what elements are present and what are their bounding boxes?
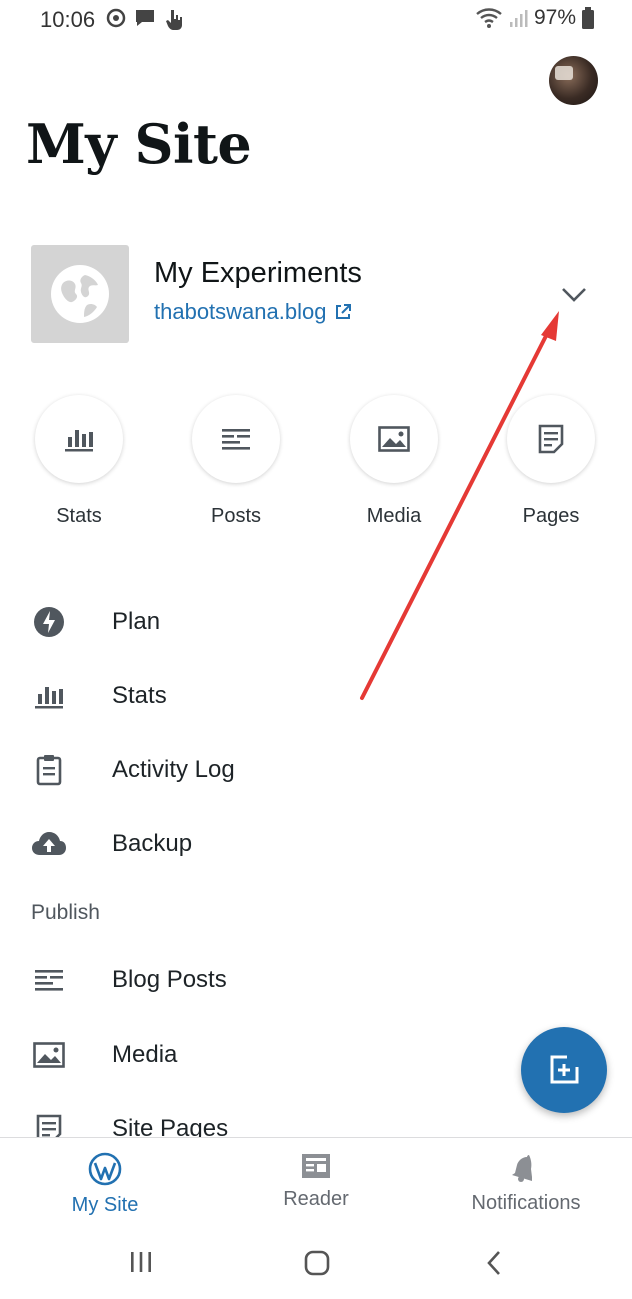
quick-action-posts-circle[interactable] bbox=[192, 395, 280, 483]
menu-item-blog-posts[interactable]: Blog Posts bbox=[0, 950, 632, 1010]
quick-action-pages[interactable]: Pages bbox=[491, 395, 611, 528]
quick-action-stats-circle[interactable] bbox=[35, 395, 123, 483]
bottom-navigation: My Site Reader Notifications bbox=[0, 1137, 632, 1227]
menu-item-label: Media bbox=[112, 1041, 178, 1068]
quick-action-label: Pages bbox=[522, 505, 580, 527]
wordpress-icon bbox=[88, 1152, 122, 1186]
quick-action-posts[interactable]: Posts bbox=[176, 395, 296, 528]
media-icon bbox=[378, 426, 410, 452]
quick-action-pages-circle[interactable] bbox=[507, 395, 595, 483]
menu-item-label: Stats bbox=[112, 682, 167, 709]
media-icon bbox=[31, 1037, 67, 1073]
create-post-button[interactable] bbox=[521, 1027, 607, 1113]
quick-actions: Stats Posts Media Pages bbox=[0, 395, 632, 528]
recent-apps-icon bbox=[131, 1252, 151, 1272]
clipboard-icon bbox=[31, 752, 67, 788]
nav-label: Reader bbox=[283, 1188, 349, 1210]
status-notification-icons bbox=[106, 8, 184, 30]
system-navigation-bar bbox=[0, 1227, 632, 1299]
nav-reader[interactable]: Reader bbox=[216, 1152, 416, 1211]
stats-icon bbox=[65, 430, 93, 452]
stats-icon bbox=[31, 678, 67, 714]
page-title: My Site bbox=[26, 112, 252, 176]
external-link-icon bbox=[336, 304, 352, 319]
nav-label: My Site bbox=[71, 1194, 139, 1216]
site-url-text: thabotswana.blog bbox=[154, 299, 327, 324]
reader-icon bbox=[302, 1154, 330, 1178]
signal-icon bbox=[509, 10, 528, 27]
menu-item-activity-log[interactable]: Activity Log bbox=[0, 740, 632, 800]
add-page-icon bbox=[550, 1055, 579, 1084]
bell-icon bbox=[512, 1155, 532, 1182]
menu-item-plan[interactable]: Plan bbox=[0, 592, 632, 652]
menu-item-label: Plan bbox=[112, 608, 161, 635]
wifi-icon bbox=[476, 8, 502, 28]
status-time: 10:06 bbox=[40, 7, 96, 32]
pages-icon bbox=[538, 424, 564, 454]
touch-icon bbox=[166, 10, 182, 30]
site-name: My Experiments bbox=[154, 257, 362, 289]
quick-action-media[interactable]: Media bbox=[334, 395, 454, 528]
menu-item-label: Blog Posts bbox=[112, 966, 227, 993]
avatar[interactable] bbox=[549, 56, 598, 105]
battery-icon bbox=[582, 7, 594, 29]
home-button[interactable] bbox=[303, 1249, 331, 1277]
menu-item-stats[interactable]: Stats bbox=[0, 666, 632, 726]
quick-action-stats[interactable]: Stats bbox=[19, 395, 139, 528]
section-header-publish: Publish bbox=[31, 901, 100, 924]
back-icon bbox=[487, 1251, 500, 1275]
sync-icon bbox=[106, 8, 126, 28]
site-url-link[interactable]: thabotswana.blog bbox=[154, 299, 352, 325]
posts-icon bbox=[31, 962, 67, 998]
menu-item-backup[interactable]: Backup bbox=[0, 814, 632, 874]
menu-item-label: Backup bbox=[112, 830, 193, 857]
quick-action-label: Stats bbox=[56, 505, 102, 527]
nav-label: Notifications bbox=[471, 1192, 581, 1214]
battery-percent: 97% bbox=[533, 6, 576, 29]
message-icon bbox=[136, 10, 154, 26]
quick-action-media-circle[interactable] bbox=[350, 395, 438, 483]
status-bar: 10:06 97% bbox=[0, 0, 632, 40]
recent-apps-button[interactable] bbox=[128, 1249, 154, 1275]
back-button[interactable] bbox=[482, 1249, 506, 1277]
nav-my-site[interactable]: My Site bbox=[5, 1152, 205, 1217]
cloud-upload-icon bbox=[31, 826, 67, 862]
site-switcher-button[interactable] bbox=[559, 283, 589, 305]
site-icon[interactable] bbox=[31, 245, 129, 343]
nav-notifications[interactable]: Notifications bbox=[426, 1152, 626, 1215]
quick-action-label: Posts bbox=[210, 505, 262, 527]
status-system-icons: 97% bbox=[476, 6, 594, 30]
plan-icon bbox=[31, 604, 67, 640]
home-icon bbox=[304, 1250, 330, 1276]
chevron-down-icon bbox=[562, 288, 586, 302]
quick-action-label: Media bbox=[366, 505, 422, 527]
site-card[interactable]: My Experiments thabotswana.blog bbox=[31, 245, 601, 345]
globe-icon bbox=[51, 265, 109, 323]
posts-icon bbox=[222, 429, 250, 450]
menu-item-label: Activity Log bbox=[112, 756, 235, 783]
